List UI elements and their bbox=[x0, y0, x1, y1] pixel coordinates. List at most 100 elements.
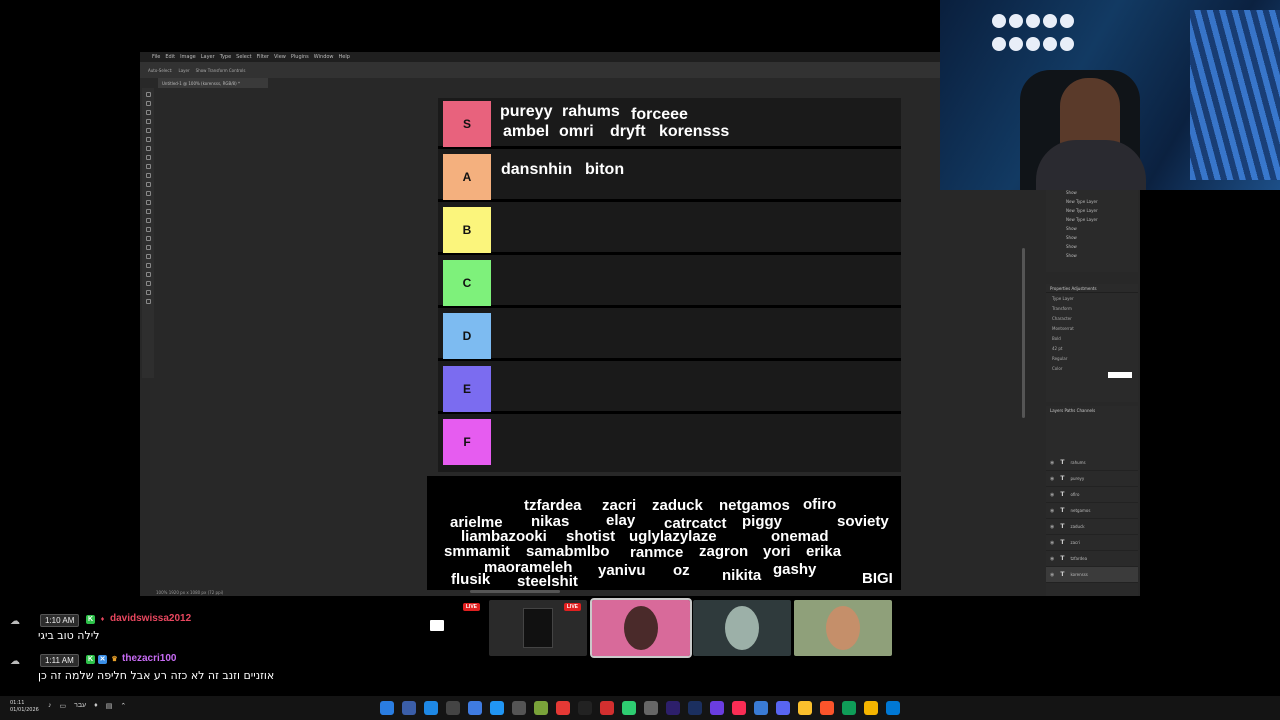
app-icon[interactable] bbox=[886, 701, 900, 715]
screen-mode-icon[interactable] bbox=[145, 299, 151, 304]
dodge-tool-icon[interactable] bbox=[145, 209, 151, 214]
app-icon[interactable] bbox=[842, 701, 856, 715]
quick-mask-icon[interactable] bbox=[145, 290, 151, 295]
type-tool-icon[interactable] bbox=[145, 227, 151, 232]
horizontal-scrollbar[interactable] bbox=[470, 590, 560, 593]
eye-icon[interactable]: ◉ bbox=[1050, 492, 1054, 498]
layer-row[interactable]: ◉ Trahums bbox=[1046, 455, 1138, 471]
chat-username[interactable]: davidswissa2012 bbox=[110, 613, 191, 624]
healing-tool-icon[interactable] bbox=[145, 146, 151, 151]
color-swatch[interactable] bbox=[1108, 372, 1132, 378]
app-icon[interactable] bbox=[666, 701, 680, 715]
menu-view[interactable]: View bbox=[274, 54, 286, 60]
show-transform-checkbox[interactable]: Show Transform Controls bbox=[196, 68, 246, 73]
marquee-tool-icon[interactable] bbox=[145, 101, 151, 106]
eyedropper-tool-icon[interactable] bbox=[145, 137, 151, 142]
stamp-tool-icon[interactable] bbox=[145, 164, 151, 169]
eye-icon[interactable]: ◉ bbox=[1050, 460, 1054, 466]
app-icon[interactable] bbox=[644, 701, 658, 715]
path-select-icon[interactable] bbox=[145, 236, 151, 241]
font-size-field[interactable]: 42 pt bbox=[1046, 343, 1138, 353]
eye-icon[interactable]: ◉ bbox=[1050, 540, 1054, 546]
eye-icon[interactable]: ◉ bbox=[1050, 524, 1054, 530]
font-weight-field[interactable]: Regular bbox=[1046, 353, 1138, 363]
history-item[interactable]: Show bbox=[1046, 190, 1138, 199]
pen-tool-icon[interactable] bbox=[145, 218, 151, 223]
layer-row-selected[interactable]: ◉ Tkorensss bbox=[1046, 567, 1138, 583]
property-row[interactable]: Character bbox=[1046, 313, 1138, 323]
gradient-tool-icon[interactable] bbox=[145, 191, 151, 196]
foreground-color-icon[interactable] bbox=[145, 281, 151, 286]
app-icon[interactable] bbox=[512, 701, 526, 715]
layer-row[interactable]: ◉ Tzaduck bbox=[1046, 519, 1138, 535]
menu-type[interactable]: Type bbox=[220, 54, 231, 60]
more-tools-icon[interactable] bbox=[145, 272, 151, 277]
history-item[interactable]: Show bbox=[1046, 244, 1138, 253]
app-icon[interactable] bbox=[820, 701, 834, 715]
app-icon[interactable] bbox=[534, 701, 548, 715]
blur-tool-icon[interactable] bbox=[145, 200, 151, 205]
menu-edit[interactable]: Edit bbox=[165, 54, 175, 60]
chevron-up-icon[interactable]: ⌃ bbox=[120, 702, 126, 710]
app-icon[interactable] bbox=[754, 701, 768, 715]
stream-thumbnail[interactable]: LIVE bbox=[489, 600, 587, 656]
app-icon[interactable] bbox=[864, 701, 878, 715]
app-icon[interactable] bbox=[424, 701, 438, 715]
mic-icon[interactable]: ♦ bbox=[94, 702, 98, 710]
app-icon[interactable] bbox=[600, 701, 614, 715]
app-icon[interactable] bbox=[710, 701, 724, 715]
app-icon[interactable] bbox=[446, 701, 460, 715]
app-icon[interactable] bbox=[622, 701, 636, 715]
hand-tool-icon[interactable] bbox=[145, 254, 151, 259]
menu-select[interactable]: Select bbox=[236, 54, 251, 60]
move-tool-icon[interactable] bbox=[145, 92, 151, 97]
layer-row[interactable]: ◉ Ttzfardea bbox=[1046, 551, 1138, 567]
properties-tabs[interactable]: Properties Adjustments bbox=[1046, 284, 1138, 293]
eye-icon[interactable]: ◉ bbox=[1050, 508, 1054, 514]
eye-icon[interactable]: ◉ bbox=[1050, 572, 1054, 578]
eraser-tool-icon[interactable] bbox=[145, 182, 151, 187]
zoom-tool-icon[interactable] bbox=[145, 263, 151, 268]
menu-layer[interactable]: Layer bbox=[201, 54, 215, 60]
app-icon[interactable] bbox=[468, 701, 482, 715]
vertical-scrollbar[interactable] bbox=[1022, 248, 1025, 418]
layer-row[interactable]: ◉ Tnetgamos bbox=[1046, 503, 1138, 519]
brush-tool-icon[interactable] bbox=[145, 155, 151, 160]
history-brush-icon[interactable] bbox=[145, 173, 151, 178]
document-tab[interactable]: Untitled-1 @ 100% (korensss, RGB/8) * bbox=[158, 78, 268, 88]
app-icon[interactable] bbox=[578, 701, 592, 715]
app-icon[interactable] bbox=[402, 701, 416, 715]
lasso-tool-icon[interactable] bbox=[145, 110, 151, 115]
history-item[interactable]: Show bbox=[1046, 253, 1138, 262]
volume-icon[interactable]: ♪ bbox=[48, 702, 52, 710]
chat-username[interactable]: thezacri100 bbox=[122, 653, 176, 664]
history-item[interactable]: New Type Layer bbox=[1046, 217, 1138, 226]
frame-tool-icon[interactable] bbox=[145, 128, 151, 133]
history-item[interactable]: Show bbox=[1046, 235, 1138, 244]
auto-select-checkbox[interactable]: Auto-Select: bbox=[148, 68, 173, 73]
app-icon[interactable] bbox=[490, 701, 504, 715]
history-item[interactable]: New Type Layer bbox=[1046, 199, 1138, 208]
menu-image[interactable]: Image bbox=[180, 54, 196, 60]
stream-thumbnail[interactable] bbox=[794, 600, 892, 656]
auto-select-dropdown[interactable]: Layer bbox=[179, 68, 190, 73]
stream-thumbnail-selected[interactable] bbox=[590, 598, 692, 658]
menu-file[interactable]: File bbox=[152, 54, 160, 60]
eye-icon[interactable]: ◉ bbox=[1050, 556, 1054, 562]
app-icon[interactable] bbox=[556, 701, 570, 715]
network-icon[interactable]: ▭ bbox=[60, 702, 67, 710]
app-icon[interactable] bbox=[732, 701, 746, 715]
menu-help[interactable]: Help bbox=[339, 54, 350, 60]
crop-tool-icon[interactable] bbox=[145, 119, 151, 124]
app-icon[interactable] bbox=[380, 701, 394, 715]
app-icon[interactable] bbox=[688, 701, 702, 715]
menu-window[interactable]: Window bbox=[314, 54, 334, 60]
app-icon[interactable] bbox=[798, 701, 812, 715]
layers-tabs[interactable]: Layers Paths Channels bbox=[1046, 406, 1138, 415]
font-family-field[interactable]: Montserrat bbox=[1046, 323, 1138, 333]
history-item[interactable]: Show bbox=[1046, 226, 1138, 235]
shape-tool-icon[interactable] bbox=[145, 245, 151, 250]
stream-thumbnail[interactable]: LIVE bbox=[388, 600, 486, 656]
menu-plugins[interactable]: Plugins bbox=[291, 54, 309, 60]
stream-thumbnail[interactable] bbox=[693, 600, 791, 656]
